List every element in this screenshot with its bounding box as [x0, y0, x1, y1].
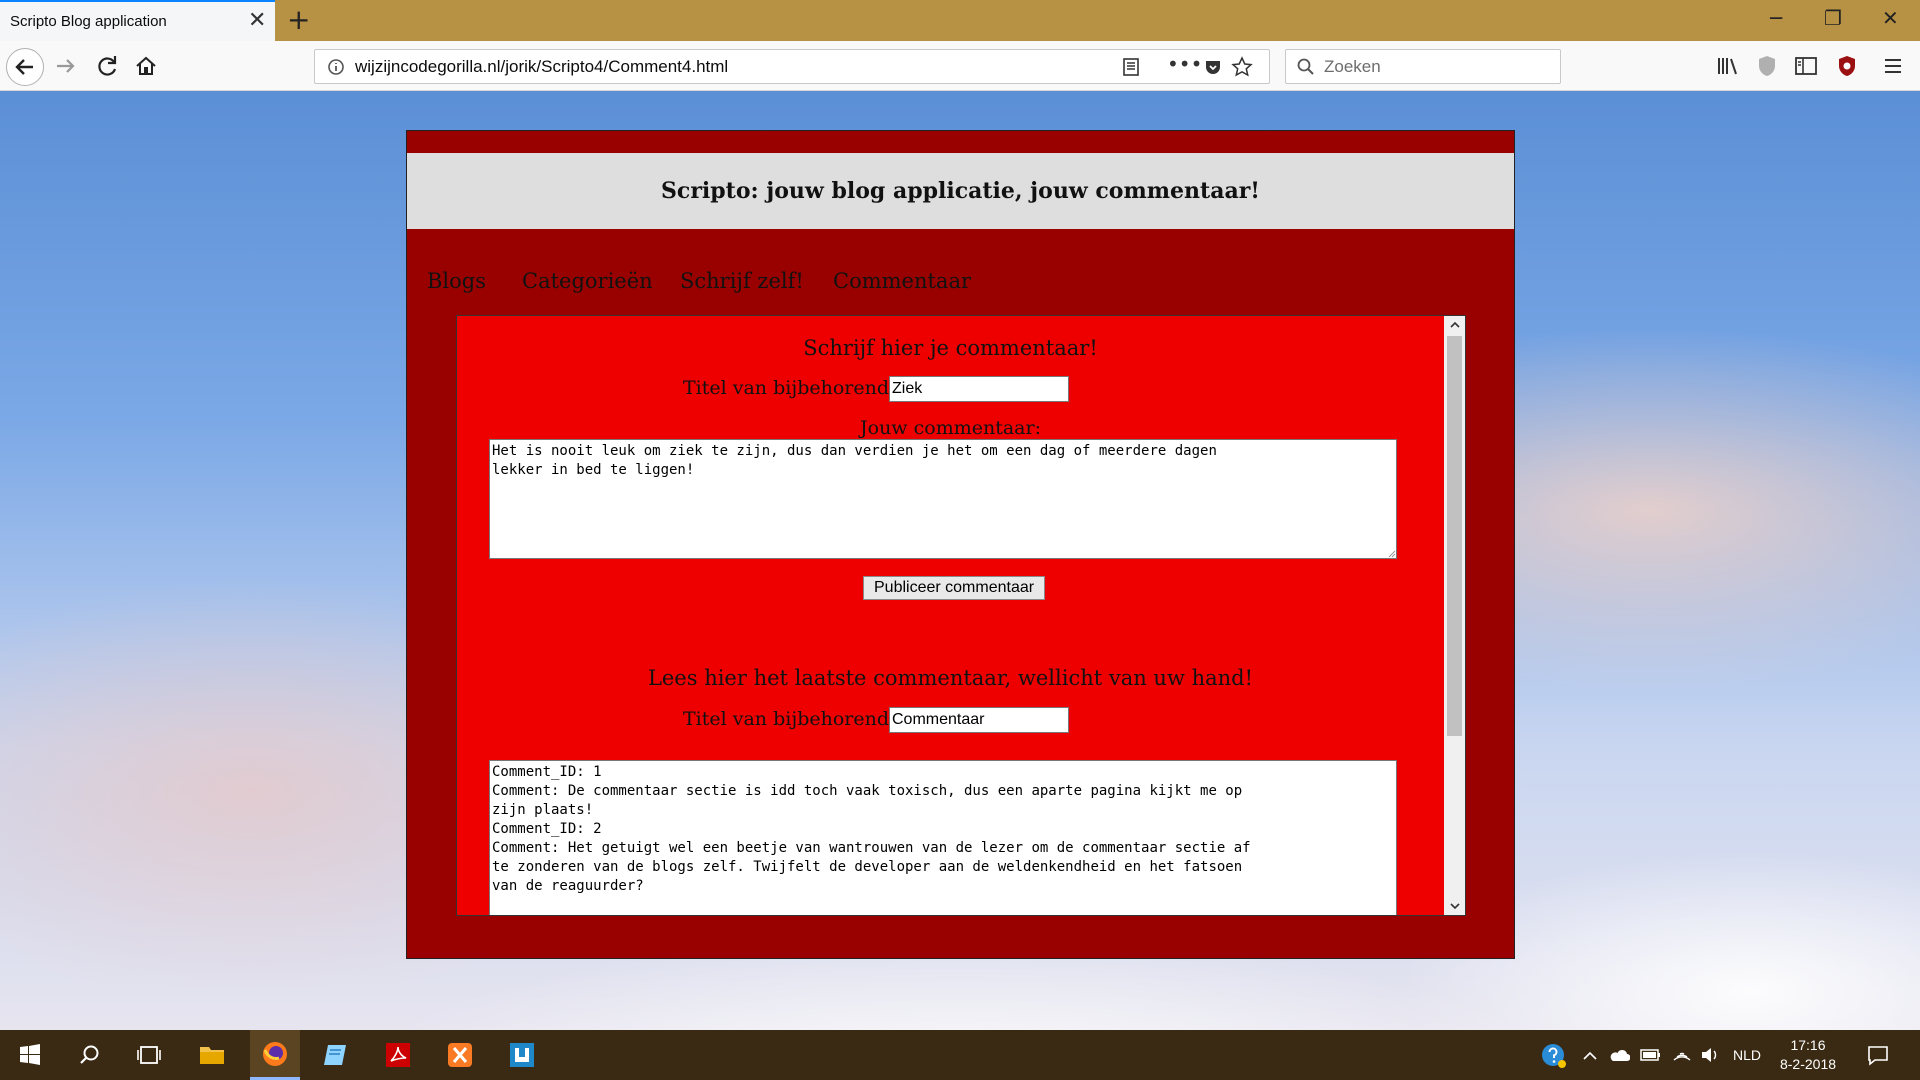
clock-time: 17:16 — [1790, 1037, 1826, 1053]
scroll-down-icon[interactable] — [1449, 900, 1461, 912]
home-button[interactable] — [132, 52, 160, 84]
publish-comment-button[interactable]: Publiceer commentaar — [863, 576, 1046, 600]
back-button[interactable] — [6, 48, 44, 86]
site-title: Scripto: jouw blog applicatie, jouw comm… — [661, 178, 1260, 204]
volume-icon[interactable] — [1700, 1046, 1720, 1064]
resize-grip-icon[interactable] — [1386, 548, 1396, 558]
help-icon[interactable] — [1540, 1042, 1568, 1070]
site-header: Scripto: jouw blog applicatie, jouw comm… — [407, 153, 1514, 229]
battery-icon[interactable] — [1640, 1047, 1662, 1063]
search-icon — [1297, 58, 1314, 75]
tray-expand-icon[interactable] — [1582, 1050, 1598, 1062]
onedrive-icon[interactable] — [1608, 1048, 1630, 1062]
scroll-up-icon[interactable] — [1449, 319, 1461, 331]
url-bar[interactable]: wijzijncodegorilla.nl/jorik/Scripto4/Com… — [314, 49, 1270, 84]
scroll-thumb[interactable] — [1447, 336, 1462, 736]
sidebar-icon[interactable] — [1794, 55, 1818, 77]
nav-schrijf-zelf[interactable]: Schrijf zelf! — [680, 269, 804, 293]
comments-output[interactable]: Comment_ID: 1 Comment: De commentaar sec… — [489, 760, 1397, 915]
comment-textarea[interactable]: Het is nooit leuk om ziek te zijn, dus d… — [489, 439, 1397, 559]
acrobat-icon[interactable] — [384, 1042, 412, 1068]
xampp-icon[interactable] — [446, 1042, 474, 1068]
task-view-icon[interactable] — [136, 1044, 162, 1066]
search-placeholder: Zoeken — [1324, 57, 1381, 76]
comment-frame: Schrijf hier je commentaar! Titel van bi… — [456, 315, 1466, 916]
write-blog-title-input[interactable] — [889, 376, 1069, 402]
info-icon[interactable] — [327, 58, 345, 76]
pocket-icon[interactable] — [1203, 57, 1223, 77]
tab-close-icon[interactable]: ✕ — [248, 8, 266, 33]
ublock-icon[interactable] — [1836, 54, 1858, 78]
clock[interactable]: 17:16 8-2-2018 — [1778, 1036, 1838, 1074]
nav-blogs[interactable]: Blogs — [427, 269, 486, 293]
taskbar-search-icon[interactable] — [78, 1043, 102, 1067]
back-arrow-icon — [15, 59, 33, 75]
editor-app-icon[interactable] — [508, 1042, 536, 1068]
browser-tab[interactable]: Scripto Blog application ✕ — [0, 0, 275, 41]
restore-icon[interactable]: ❐ — [1824, 6, 1842, 30]
language-indicator[interactable]: NLD — [1733, 1047, 1761, 1063]
nav-categorieen[interactable]: Categorieën — [522, 269, 653, 293]
search-bar[interactable]: Zoeken — [1285, 49, 1561, 84]
close-window-icon[interactable]: ✕ — [1882, 6, 1899, 30]
frame-scrollbar[interactable] — [1444, 316, 1465, 915]
windows-start-icon[interactable] — [18, 1043, 42, 1067]
file-explorer-icon[interactable] — [198, 1042, 226, 1066]
library-icon[interactable] — [1716, 55, 1740, 77]
reload-button[interactable] — [93, 52, 121, 84]
bookmark-star-icon[interactable] — [1231, 56, 1253, 78]
home-icon — [136, 56, 156, 75]
new-tab-icon[interactable]: + — [287, 3, 310, 36]
read-blog-title-input[interactable] — [889, 707, 1069, 733]
firefox-icon — [263, 1042, 287, 1066]
shield-icon[interactable] — [1756, 54, 1778, 78]
tab-title: Scripto Blog application — [10, 13, 167, 30]
forward-arrow-icon — [57, 59, 75, 73]
taskbar-firefox[interactable] — [250, 1030, 300, 1080]
url-text[interactable]: wijzijncodegorilla.nl/jorik/Scripto4/Com… — [355, 57, 728, 77]
comment-label: Jouw commentaar: — [860, 417, 1041, 439]
wifi-icon[interactable] — [1672, 1046, 1692, 1064]
reload-icon — [98, 56, 117, 76]
notepad-app-icon[interactable] — [322, 1042, 350, 1068]
reader-view-icon[interactable] — [1121, 57, 1141, 77]
forward-button[interactable] — [52, 52, 80, 84]
notifications-icon[interactable] — [1866, 1044, 1890, 1066]
read-heading: Lees hier het laatste commentaar, wellic… — [647, 666, 1254, 690]
menu-icon[interactable] — [1882, 55, 1904, 77]
minimize-icon[interactable]: ─ — [1770, 6, 1782, 30]
write-heading: Schrijf hier je commentaar! — [803, 336, 1098, 360]
page-actions-icon[interactable]: ••• — [1167, 52, 1202, 76]
clock-date: 8-2-2018 — [1779, 1056, 1837, 1072]
site-container: Scripto: jouw blog applicatie, jouw comm… — [406, 130, 1515, 959]
nav-commentaar[interactable]: Commentaar — [833, 269, 971, 293]
